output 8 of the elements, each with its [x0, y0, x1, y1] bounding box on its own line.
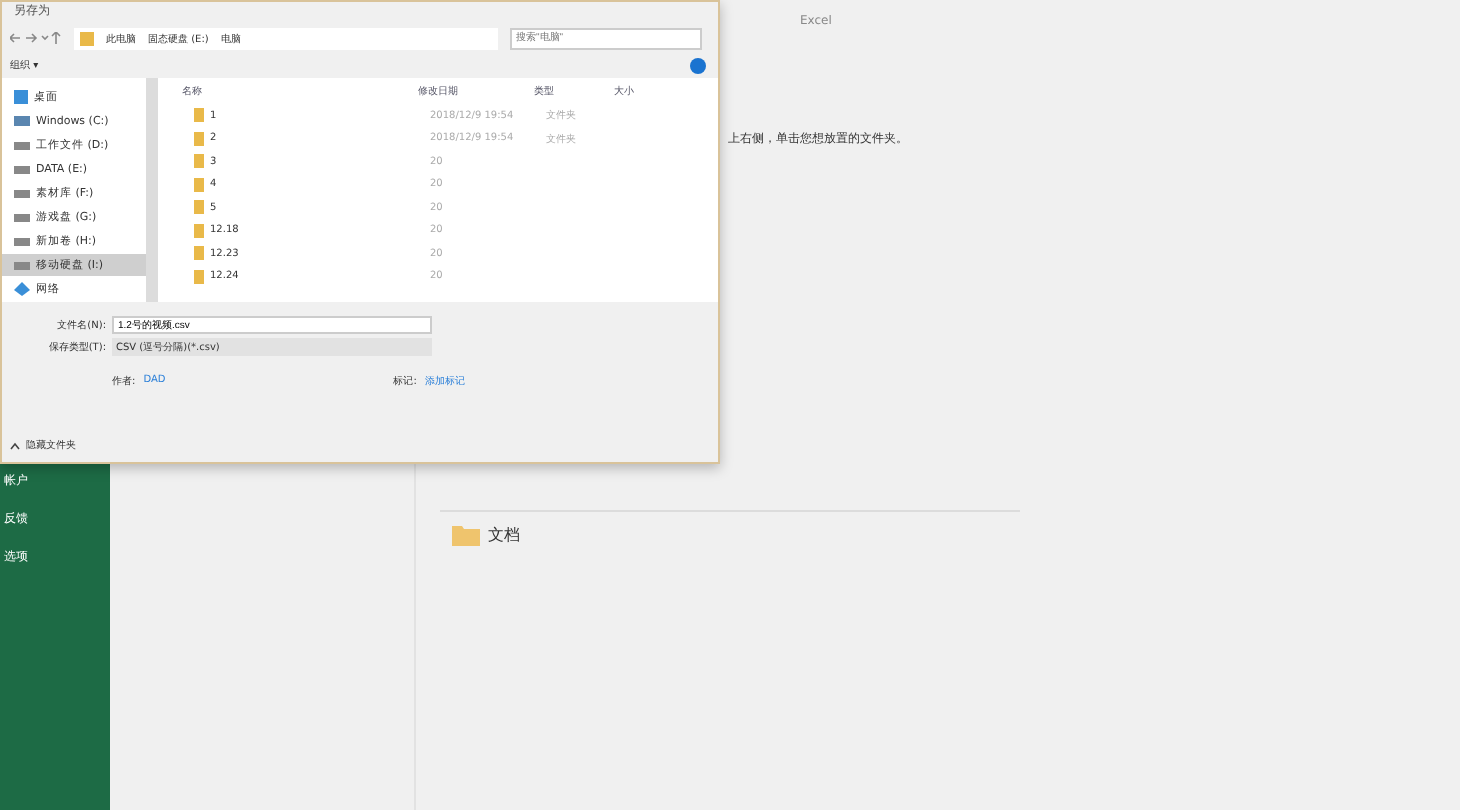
folder-icon — [452, 524, 480, 546]
network-icon — [14, 282, 30, 296]
folder-icon — [80, 30, 94, 46]
desktop-icon — [14, 90, 28, 104]
caret-icon — [10, 441, 20, 449]
navigation-arrows-icon[interactable] — [10, 32, 62, 44]
help-icon[interactable] — [690, 57, 706, 73]
folder-name[interactable]: 文档 — [488, 524, 520, 546]
